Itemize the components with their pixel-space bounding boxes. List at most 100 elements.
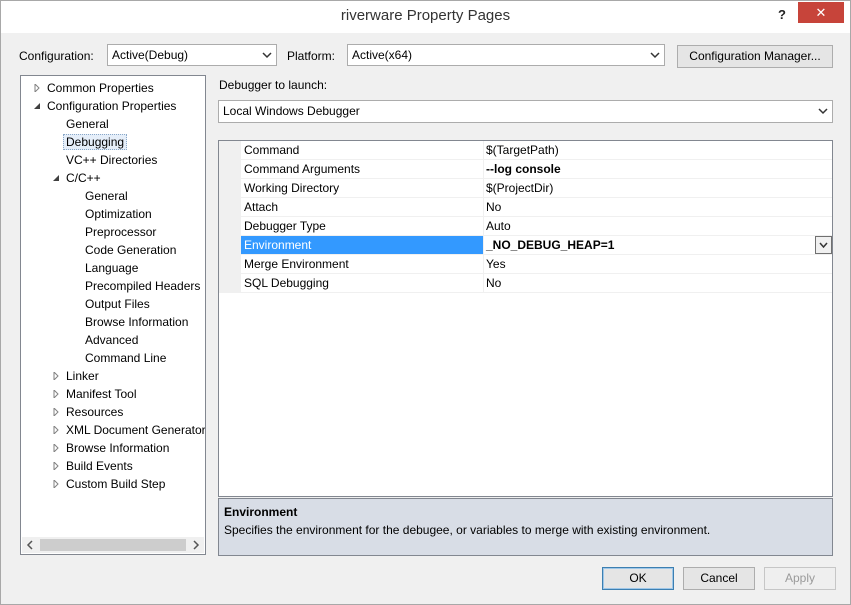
property-name: Command	[241, 141, 484, 159]
tree-item[interactable]: Manifest Tool	[53, 385, 137, 403]
collapse-arrow-icon[interactable]	[52, 174, 60, 182]
grid-gutter	[219, 141, 241, 293]
horizontal-scrollbar[interactable]	[22, 537, 204, 553]
property-name: SQL Debugging	[241, 274, 484, 292]
expand-arrow-icon[interactable]	[52, 480, 60, 488]
ok-button[interactable]: OK	[602, 567, 674, 590]
property-row[interactable]: Debugger Type Auto	[241, 217, 832, 236]
help-button[interactable]: ?	[771, 5, 793, 25]
property-row[interactable]: Merge Environment Yes	[241, 255, 832, 274]
tree-item[interactable]: Command Line	[85, 349, 166, 367]
tree-item-label: XML Document Generator	[66, 423, 206, 437]
tree-item[interactable]: Preprocessor	[85, 223, 156, 241]
expand-arrow-icon[interactable]	[52, 444, 60, 452]
tree-item[interactable]: Advanced	[85, 331, 138, 349]
property-value: No	[486, 276, 502, 290]
platform-select[interactable]: Active(x64)	[347, 44, 665, 66]
tree-item[interactable]: Build Events	[53, 457, 133, 475]
tree-item[interactable]: Debugging	[63, 133, 128, 151]
tree-item-label: Advanced	[85, 333, 139, 347]
property-tree: Common Properties Configuration Propertie…	[20, 75, 206, 555]
close-button[interactable]: ✕	[798, 2, 844, 23]
tree-item[interactable]: C/C++	[53, 169, 101, 187]
scroll-left-icon[interactable]	[25, 540, 35, 550]
tree-item-label: C/C++	[66, 171, 101, 185]
configuration-label: Configuration:	[19, 49, 94, 63]
configuration-manager-button[interactable]: Configuration Manager...	[677, 45, 833, 68]
scrollbar-thumb[interactable]	[40, 539, 186, 551]
chevron-down-icon	[650, 52, 660, 59]
apply-button[interactable]: Apply	[764, 567, 836, 590]
chevron-down-icon	[262, 52, 272, 59]
tree-item[interactable]: Linker	[53, 367, 99, 385]
tree-item[interactable]: Precompiled Headers	[85, 277, 200, 295]
tree-item-label: General	[85, 189, 128, 203]
tree-item-label: Output Files	[85, 297, 150, 311]
description-text: Specifies the environment for the debuge…	[224, 523, 711, 537]
tree-item-label: Code Generation	[85, 243, 177, 257]
property-row[interactable]: Working Directory $(ProjectDir)	[241, 179, 832, 198]
tree-item[interactable]: Custom Build Step	[53, 475, 165, 493]
expand-arrow-icon[interactable]	[52, 390, 60, 398]
tree-item[interactable]: Configuration Properties	[34, 97, 177, 115]
tree-item[interactable]: Optimization	[85, 205, 152, 223]
property-dropdown-button[interactable]	[815, 236, 832, 254]
property-value: Auto	[486, 219, 511, 233]
description-panel: Environment Specifies the environment fo…	[218, 498, 833, 556]
property-row[interactable]: Command Arguments --log console	[241, 160, 832, 179]
tree-item-label: Optimization	[85, 207, 152, 221]
title-bar: riverware Property Pages ? ✕	[1, 1, 850, 33]
property-value: $(TargetPath)	[486, 143, 559, 157]
tree-item-label: Configuration Properties	[47, 99, 177, 113]
tree-item-label: Preprocessor	[85, 225, 157, 239]
property-value: $(ProjectDir)	[486, 181, 554, 195]
property-row[interactable]: Attach No	[241, 198, 832, 217]
tree-item-label: Manifest Tool	[66, 387, 137, 401]
property-value[interactable]: _NO_DEBUG_HEAP=1	[486, 236, 614, 254]
chevron-down-icon	[818, 108, 828, 115]
expand-arrow-icon[interactable]	[52, 462, 60, 470]
tree-item-label: Language	[85, 261, 139, 275]
tree-item-label: Common Properties	[47, 81, 154, 95]
tree-item-label: Build Events	[66, 459, 133, 473]
debugger-value: Local Windows Debugger	[223, 104, 360, 118]
expand-arrow-icon[interactable]	[33, 84, 41, 92]
cancel-button[interactable]: Cancel	[683, 567, 755, 590]
debugger-launch-label: Debugger to launch:	[219, 78, 328, 92]
property-value: Yes	[486, 257, 506, 271]
tree-item[interactable]: Common Properties	[34, 79, 154, 97]
configuration-select[interactable]: Active(Debug)	[107, 44, 277, 66]
tree-item[interactable]: Code Generation	[85, 241, 176, 259]
collapse-arrow-icon[interactable]	[33, 102, 41, 110]
property-row[interactable]: SQL Debugging No	[241, 274, 832, 293]
tree-item[interactable]: General	[66, 115, 109, 133]
expand-arrow-icon[interactable]	[52, 408, 60, 416]
property-name: Merge Environment	[241, 255, 484, 273]
platform-value: Active(x64)	[352, 48, 413, 62]
tree-item-label: VC++ Directories	[66, 153, 158, 167]
tree-item-label: Precompiled Headers	[85, 279, 201, 293]
scroll-right-icon[interactable]	[191, 540, 201, 550]
property-value: --log console	[486, 162, 561, 176]
expand-arrow-icon[interactable]	[52, 426, 60, 434]
configuration-value: Active(Debug)	[112, 48, 189, 62]
tree-item-label: Command Line	[85, 351, 167, 365]
window-title: riverware Property Pages	[340, 7, 511, 24]
tree-item[interactable]: Language	[85, 259, 138, 277]
tree-item-label: Browse Information	[85, 315, 189, 329]
tree-item[interactable]: Output Files	[85, 295, 150, 313]
tree-item[interactable]: Browse Information	[85, 313, 188, 331]
property-name: Working Directory	[241, 179, 484, 197]
debugger-select[interactable]: Local Windows Debugger	[218, 100, 833, 123]
tree-item[interactable]: XML Document Generator	[53, 421, 206, 439]
tree-item[interactable]: Resources	[53, 403, 123, 421]
tree-item[interactable]: Browse Information	[53, 439, 169, 457]
expand-arrow-icon[interactable]	[52, 372, 60, 380]
tree-item[interactable]: General	[85, 187, 128, 205]
property-name: Debugger Type	[241, 217, 484, 235]
tree-item-label: Debugging	[63, 134, 128, 150]
property-row[interactable]: Environment _NO_DEBUG_HEAP=1	[241, 236, 832, 255]
property-row[interactable]: Command $(TargetPath)	[241, 141, 832, 160]
platform-label: Platform:	[287, 49, 336, 63]
tree-item[interactable]: VC++ Directories	[66, 151, 157, 169]
